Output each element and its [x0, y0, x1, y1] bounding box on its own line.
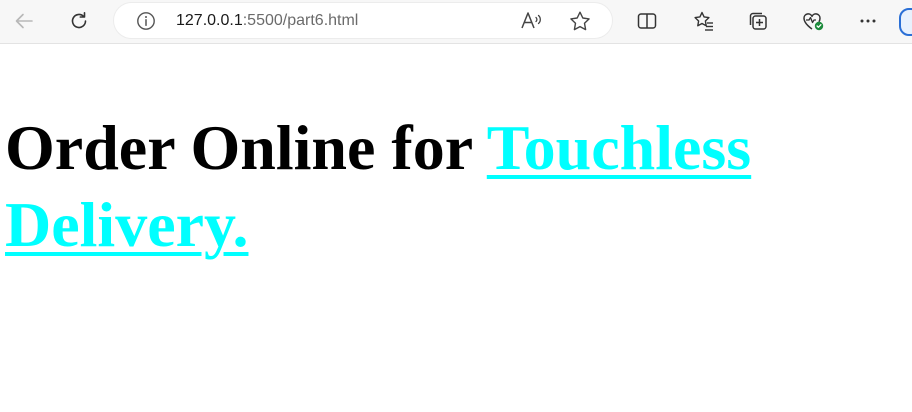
- page-content: Order Online for Touchless Delivery.: [0, 45, 912, 412]
- split-screen-icon[interactable]: [631, 6, 663, 36]
- url-text[interactable]: 127.0.0.1:5500/part6.html: [176, 12, 358, 30]
- favorite-star-icon[interactable]: [568, 10, 592, 32]
- browser-toolbar: 127.0.0.1:5500/part6.html: [0, 0, 912, 44]
- collections-icon[interactable]: [742, 6, 774, 36]
- page-heading: Order Online for Touchless Delivery.: [5, 109, 885, 263]
- reload-icon[interactable]: [63, 6, 95, 36]
- info-icon[interactable]: [136, 11, 156, 31]
- favorites-icon[interactable]: [688, 6, 720, 36]
- address-bar[interactable]: 127.0.0.1:5500/part6.html: [114, 3, 612, 38]
- back-arrow-icon[interactable]: [8, 6, 40, 36]
- url-path: :5500/part6.html: [242, 12, 359, 29]
- url-host: 127.0.0.1: [176, 12, 243, 29]
- heading-text: Order Online for: [5, 112, 487, 183]
- browser-essentials-icon[interactable]: [797, 6, 829, 36]
- read-aloud-icon[interactable]: [520, 10, 544, 32]
- more-icon[interactable]: [852, 6, 884, 36]
- copilot-icon[interactable]: [899, 8, 912, 36]
